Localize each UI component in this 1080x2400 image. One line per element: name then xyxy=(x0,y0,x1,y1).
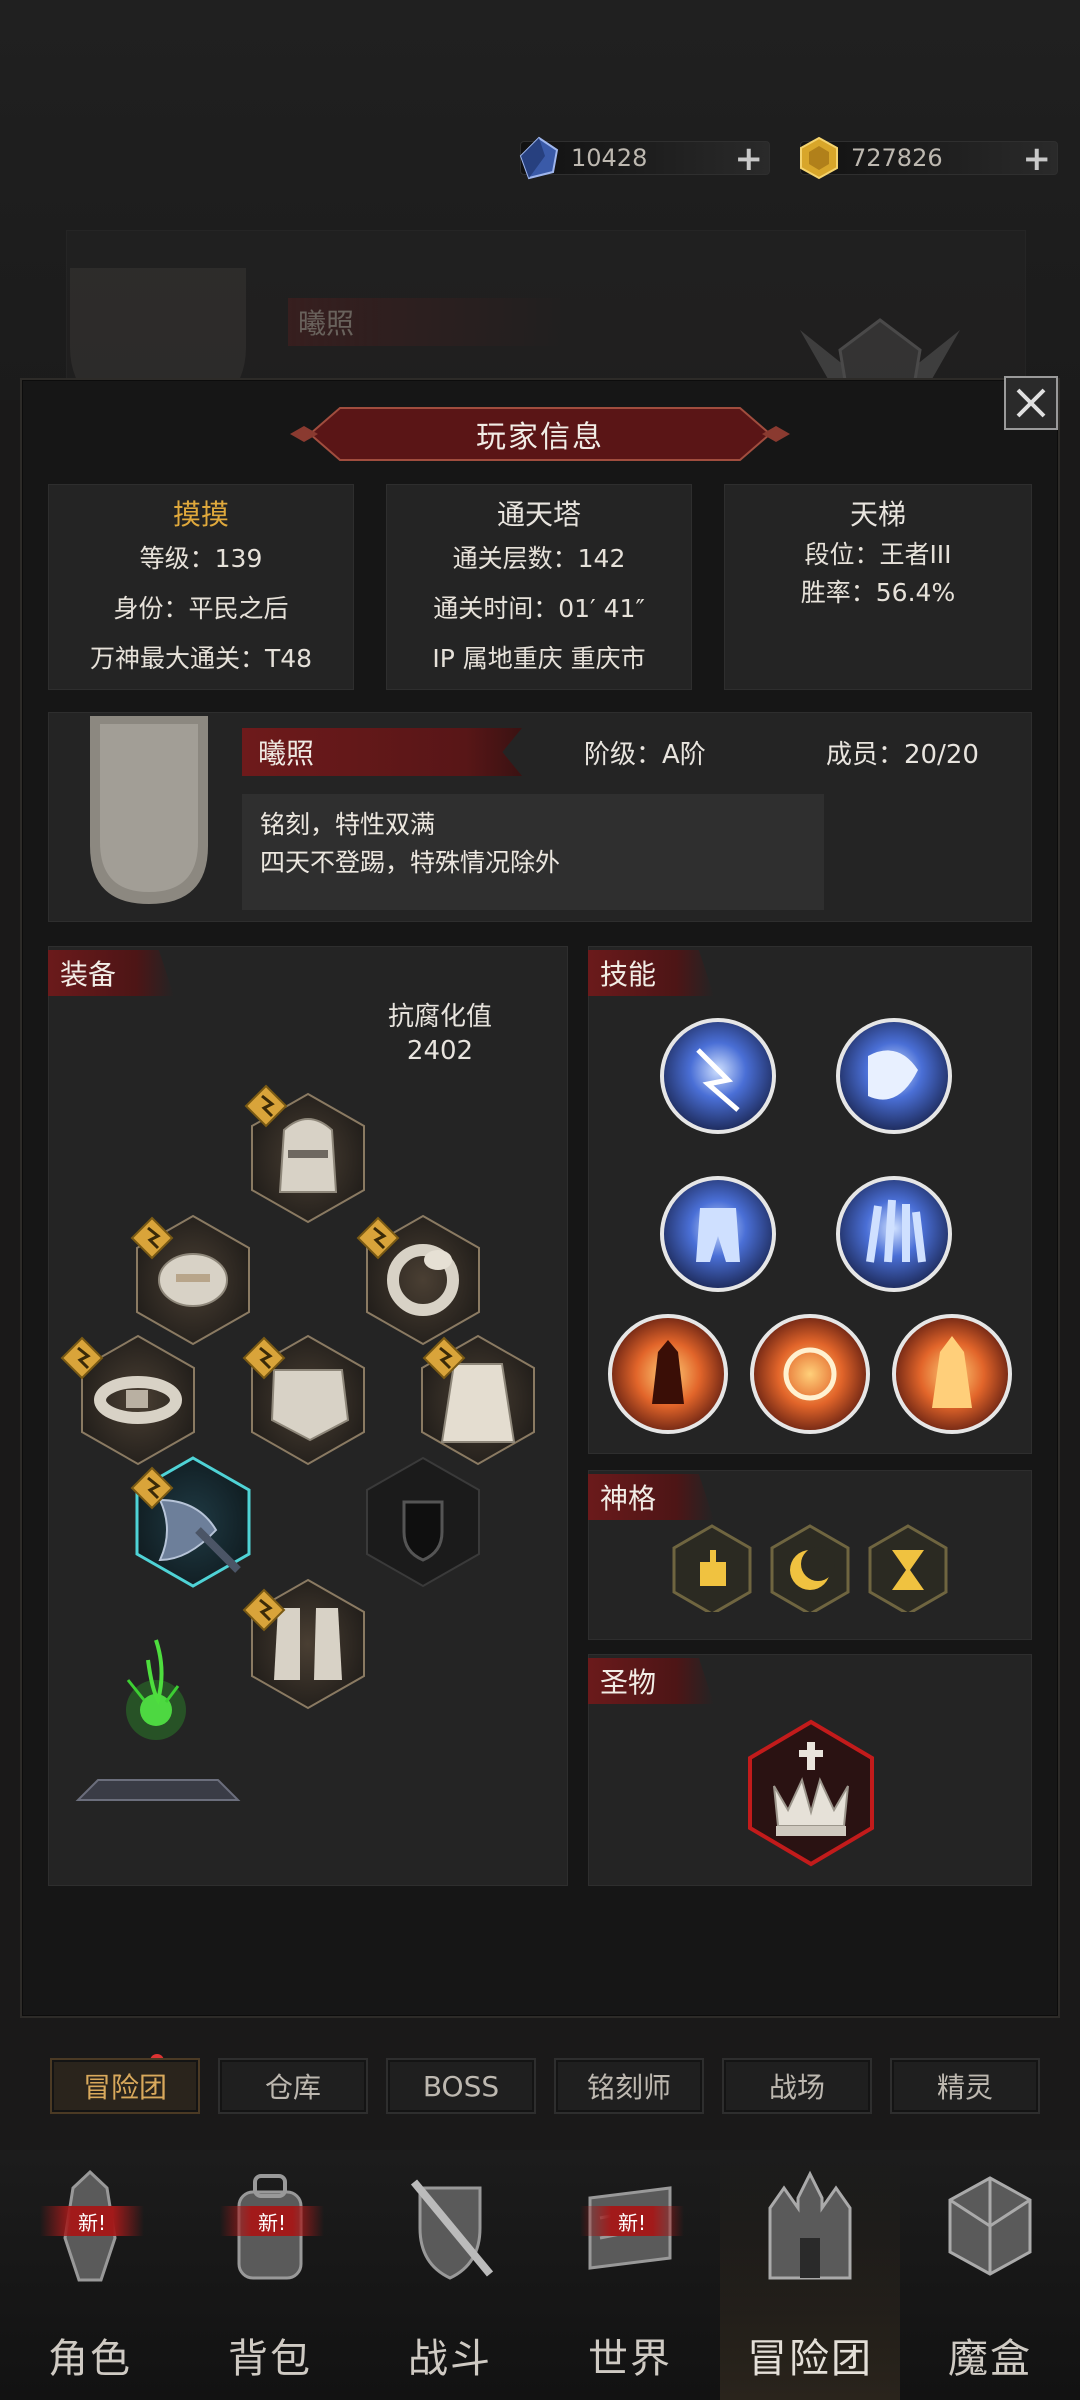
nav-backpack[interactable]: 新! 背包 xyxy=(180,2160,360,2400)
currency-gold: 727826 + xyxy=(800,136,1058,180)
relic-crown-slot[interactable] xyxy=(744,1718,878,1868)
ladder-win-rate: 胜率：56.4% xyxy=(800,578,956,607)
new-badge: 新! xyxy=(40,2206,144,2236)
ladder-title: 天梯 xyxy=(849,498,906,531)
background-player-name: 曦照 xyxy=(288,298,568,346)
skills-grid xyxy=(608,1018,1012,1434)
guild-notice-line2: 四天不登踢，特殊情况除外 xyxy=(260,848,561,877)
tab-boss[interactable]: BOSS xyxy=(386,2058,536,2114)
divinity-label: 神格 xyxy=(588,1474,714,1520)
nav-label: 魔盒 xyxy=(948,2336,1032,2382)
add-blue-gem-button[interactable]: + xyxy=(735,142,764,176)
skill-solar-rune[interactable] xyxy=(750,1314,870,1434)
soul-pedestal-icon xyxy=(75,1639,241,1801)
tower-title: 通天塔 xyxy=(496,498,581,531)
skills-label: 技能 xyxy=(588,950,714,996)
guild-notice-line1: 铭刻，特性双满 xyxy=(260,810,436,839)
corrosion-label: 抗腐化值 xyxy=(387,1002,492,1032)
tab-engraver[interactable]: 铭刻师 xyxy=(554,2058,704,2114)
gold-gem-amount: 727826 xyxy=(851,144,943,172)
guild-banner-icon xyxy=(90,716,208,904)
player-max-clear: 万神最大通关：T48 xyxy=(89,644,313,673)
new-badge: 新! xyxy=(220,2206,324,2236)
tower-stats-panel: 通天塔 通关层数：142 通关时间：01′ 41″ IP 属地重庆 重庆市 xyxy=(386,484,692,690)
skill-frost-wave[interactable] xyxy=(836,1018,952,1134)
nav-label: 角色 xyxy=(48,2336,132,2382)
modal-title: 玩家信息 xyxy=(476,420,604,455)
nav-label: 背包 xyxy=(228,2336,312,2382)
guild-name: 曦照 xyxy=(242,728,522,776)
divinity-moon-icon[interactable] xyxy=(770,1524,850,1612)
sword-shield-icon xyxy=(410,2179,494,2280)
nav-magic-box[interactable]: 魔盒 xyxy=(900,2160,1080,2400)
guild-tier: 阶级：A阶 xyxy=(584,740,706,770)
tower-time: 通关时间：01′ 41″ xyxy=(433,594,645,623)
divinity-icons xyxy=(672,1524,948,1612)
close-icon xyxy=(1016,388,1046,418)
nav-adventure-group[interactable]: 冒险团 xyxy=(720,2160,900,2400)
nav-label: 世界 xyxy=(588,2336,672,2382)
tab-battlefield[interactable]: 战场 xyxy=(722,2058,872,2114)
ladder-rank: 段位：王者III xyxy=(804,540,952,569)
equipment-grid xyxy=(60,1084,535,1801)
castle-icon xyxy=(768,2170,852,2280)
tower-floors: 通关层数：142 xyxy=(452,544,626,573)
magic-cube-icon xyxy=(948,2176,1032,2276)
equipment-label: 装备 xyxy=(48,950,174,996)
tab-spirit[interactable]: 精灵 xyxy=(890,2058,1040,2114)
gold-gem-icon xyxy=(800,136,838,180)
divinity-hourglass-icon[interactable] xyxy=(868,1524,948,1612)
ip-location: IP 属地重庆 重庆市 xyxy=(432,644,646,673)
offhand-slot-empty[interactable] xyxy=(366,1456,480,1588)
tab-adventure-group[interactable]: 冒险团 xyxy=(50,2058,200,2114)
nav-label: 战斗 xyxy=(408,2336,492,2382)
nav-label: 冒险团 xyxy=(747,2336,873,2382)
skill-flame-guardian[interactable] xyxy=(608,1314,728,1434)
player-identity: 身份：平民之后 xyxy=(113,594,289,623)
guild-members: 成员：20/20 xyxy=(826,740,979,770)
relic-label: 圣物 xyxy=(588,1658,714,1704)
close-button[interactable] xyxy=(1004,376,1058,430)
new-badge: 新! xyxy=(580,2206,684,2236)
add-gold-gem-button[interactable]: + xyxy=(1023,142,1052,176)
skill-lightning-burst[interactable] xyxy=(660,1018,776,1134)
divinity-tower-icon[interactable] xyxy=(672,1524,752,1612)
nav-character[interactable]: 新! 角色 xyxy=(0,2160,180,2400)
nav-world[interactable]: 新! 世界 xyxy=(540,2160,720,2400)
skill-claw-strike[interactable] xyxy=(836,1176,952,1292)
modal-title-bar: 玩家信息 xyxy=(290,404,790,464)
player-level: 等级：139 xyxy=(139,544,263,573)
nav-battle[interactable]: 战斗 xyxy=(360,2160,540,2400)
player-name: 摸摸 xyxy=(172,498,229,531)
corrosion-stat: 抗腐化值 2402 xyxy=(380,1000,500,1068)
player-stats-panel: 摸摸 等级：139 身份：平民之后 万神最大通关：T48 xyxy=(48,484,354,690)
currency-blue: 10428 + xyxy=(519,136,770,180)
tab-warehouse[interactable]: 仓库 xyxy=(218,2058,368,2114)
blue-gem-icon xyxy=(519,136,559,180)
sub-tabs: 冒险团 仓库 BOSS 铭刻师 战场 精灵 xyxy=(50,2058,1040,2116)
ladder-stats-panel: 天梯 段位：王者III 胜率：56.4% xyxy=(724,484,1032,690)
guild-notice: 铭刻，特性双满 四天不登踢，特殊情况除外 xyxy=(242,794,824,910)
skill-inferno-avatar[interactable] xyxy=(892,1314,1012,1434)
blue-gem-amount: 10428 xyxy=(571,144,648,172)
skill-titan-form[interactable] xyxy=(660,1176,776,1292)
